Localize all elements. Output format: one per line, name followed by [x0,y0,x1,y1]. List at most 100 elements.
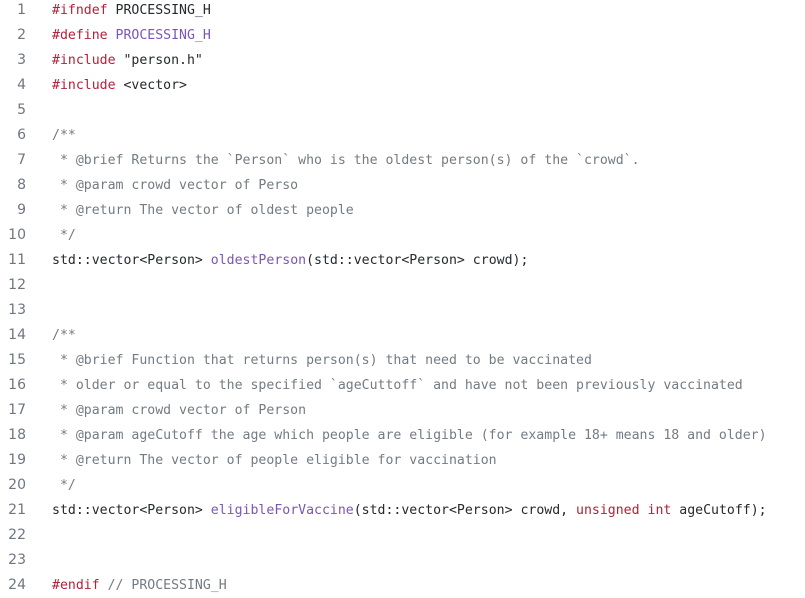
line-number[interactable]: 24 [0,573,26,598]
code-line: 6 /** [0,123,805,148]
code-token-preproc: #include [52,78,116,93]
code-viewer: 1 #ifndef PROCESSING_H 2 #define PROCESSING… [0,0,805,596]
line-number[interactable]: 22 [0,523,26,548]
code-line: 17 * @param crowd vector of Person [0,398,805,423]
line-code: /** [52,323,76,348]
code-token-comment: /** [52,328,76,343]
code-token-preproc: #endif [52,578,100,593]
line-code: */ [52,223,76,248]
code-token-comment: * @param crowd vector of Perso [52,178,299,193]
code-line: 1 #ifndef PROCESSING_H [0,0,805,23]
line-number[interactable]: 17 [0,398,26,423]
code-line: 23 [0,548,805,573]
code-token-keyword: unsigned [576,503,640,518]
code-line: 14 /** [0,323,805,348]
line-code: * @param crowd vector of Person [52,398,306,423]
code-token-plain: std::vector<Person> [52,503,211,518]
code-token-plain: (std::vector<Person> crowd, [353,503,577,518]
line-code: * @return The vector of people eligible … [52,448,497,473]
line-code: #endif // PROCESSING_H [52,573,227,598]
line-code: std::vector<Person> oldestPerson(std::ve… [52,248,528,273]
code-token-entity: oldestPerson [210,253,307,268]
code-token-comment: // PROCESSING_H [99,578,227,593]
line-code: #define PROCESSING_H [52,23,211,48]
line-number[interactable]: 5 [0,98,26,123]
code-line: 11 std::vector<Person> oldestPerson(std::… [0,248,805,273]
code-token-plain: PROCESSING_H [107,3,211,18]
line-number[interactable]: 21 [0,498,26,523]
code-line: 22 [0,523,805,548]
code-token-plain: (std::vector<Person> crowd); [306,253,529,268]
code-line: 7 * @brief Returns the `Person` who is t… [0,148,805,173]
line-code: std::vector<Person> eligibleForVaccine(s… [52,498,767,523]
line-code: * @return The vector of oldest people [52,198,354,223]
code-token-entity: PROCESSING_H [115,28,211,43]
line-code: * @brief Function that returns person(s)… [52,348,592,373]
line-code: #include <vector> [52,73,187,98]
line-number[interactable]: 18 [0,423,26,448]
line-number[interactable]: 19 [0,448,26,473]
line-number[interactable]: 3 [0,48,26,73]
code-token-comment: * @param crowd vector of Person [52,403,307,418]
code-token-entity: eligibleForVaccine [210,503,354,518]
code-token-comment: * older or equal to the specified `ageCu… [52,378,743,393]
code-line: 13 [0,298,805,323]
code-token-string: <vector> [115,78,187,93]
line-number[interactable]: 16 [0,373,26,398]
code-token-plain: ageCutoff); [671,503,767,518]
line-number[interactable]: 15 [0,348,26,373]
code-token-comment: * @return The vector of oldest people [52,203,354,218]
code-line: 20 */ [0,473,805,498]
line-code: #ifndef PROCESSING_H [52,0,211,23]
code-token-preproc: #ifndef [52,3,108,18]
line-number[interactable]: 20 [0,473,26,498]
code-line: 12 [0,273,805,298]
code-token-comment: * @brief Function that returns person(s)… [52,353,592,368]
code-line: 24 #endif // PROCESSING_H [0,573,805,598]
code-line: 8 * @param crowd vector of Perso [0,173,805,198]
line-code: #include "person.h" [52,48,203,73]
code-token-comment: */ [52,228,76,243]
line-number[interactable]: 9 [0,198,26,223]
line-code: * @brief Returns the `Person` who is the… [52,148,640,173]
line-number[interactable]: 6 [0,123,26,148]
code-line: 18 * @param ageCutoff the age which peop… [0,423,805,448]
code-token-plain: std::vector<Person> [52,253,211,268]
code-line: 3 #include "person.h" [0,48,805,73]
code-line: 19 * @return The vector of people eligib… [0,448,805,473]
code-line: 2 #define PROCESSING_H [0,23,805,48]
code-line: 15 * @brief Function that returns person… [0,348,805,373]
line-code: /** [52,123,76,148]
code-token-keyword: int [647,503,672,518]
code-token-comment: * @brief Returns the `Person` who is the… [52,153,640,168]
line-number[interactable]: 12 [0,273,26,298]
line-code: */ [52,473,76,498]
code-token-preproc: #define [52,28,108,43]
code-line: 10 */ [0,223,805,248]
code-token-comment: /** [52,128,76,143]
line-number[interactable]: 10 [0,223,26,248]
code-token-comment: * @param ageCutoff the age which people … [52,428,767,443]
code-line: 5 [0,98,805,123]
line-number[interactable]: 23 [0,548,26,573]
line-number[interactable]: 7 [0,148,26,173]
code-token-preproc: #include [52,53,116,68]
line-number[interactable]: 1 [0,0,26,23]
code-line: 16 * older or equal to the specified `ag… [0,373,805,398]
code-line: 9 * @return The vector of oldest people [0,198,805,223]
code-line: 4 #include <vector> [0,73,805,98]
line-number[interactable]: 14 [0,323,26,348]
line-code: * older or equal to the specified `ageCu… [52,373,743,398]
line-code: * @param crowd vector of Perso [52,173,298,198]
line-number[interactable]: 4 [0,73,26,98]
line-number[interactable]: 8 [0,173,26,198]
line-number[interactable]: 2 [0,23,26,48]
code-token-string: "person.h" [115,53,203,68]
code-token-comment: * @return The vector of people eligible … [52,453,497,468]
code-line: 21 std::vector<Person> eligibleForVaccine… [0,498,805,523]
line-code: * @param ageCutoff the age which people … [52,423,767,448]
line-number[interactable]: 13 [0,298,26,323]
line-number[interactable]: 11 [0,248,26,273]
